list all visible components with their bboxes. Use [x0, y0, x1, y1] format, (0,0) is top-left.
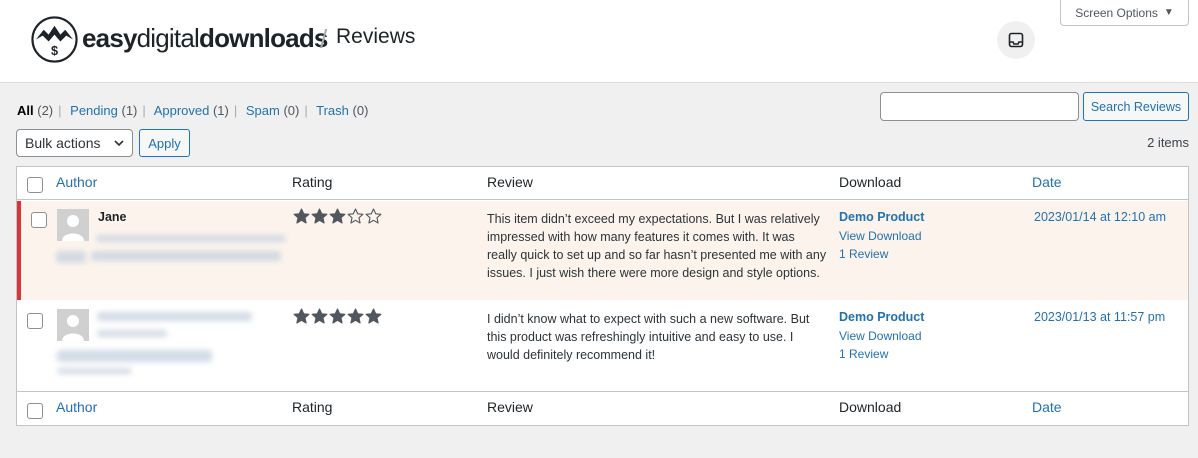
column-date[interactable]: Date	[1032, 399, 1062, 415]
filter-all-count: (2)	[37, 103, 54, 118]
column-date[interactable]: Date	[1032, 174, 1062, 190]
bulk-actions-select[interactable]: Bulk actions	[16, 129, 133, 157]
redacted-email	[97, 330, 167, 337]
review-text: This item didn’t exceed my expectations.…	[487, 212, 827, 280]
filter-all[interactable]: All	[17, 103, 34, 118]
review-count-link[interactable]: 1 Review	[839, 247, 888, 261]
star-filled-icon	[365, 308, 382, 324]
row-checkbox[interactable]	[27, 313, 43, 329]
review-date-link[interactable]: 2023/01/13 at 11:57 pm	[1034, 310, 1165, 324]
redacted-email	[96, 235, 286, 242]
title-separator: /	[320, 24, 328, 54]
column-rating: Rating	[292, 399, 333, 415]
row-checkbox[interactable]	[31, 212, 47, 228]
status-filters: All (2) | Pending (1) | Approved (1) | Spam…	[17, 103, 369, 118]
review-text: I didn’t know what to expect with such a…	[487, 312, 810, 362]
filter-pending-count: (1)	[121, 103, 138, 118]
chevron-down-icon	[114, 140, 124, 147]
table-footer: Author Rating Review Download Date	[17, 391, 1188, 424]
download-title-link[interactable]: Demo Product	[839, 310, 924, 324]
redacted-ip	[56, 251, 86, 263]
filter-trash[interactable]: Trash	[316, 103, 349, 118]
redacted-ip	[57, 350, 212, 362]
review-date-link[interactable]: 2023/01/14 at 12:10 am	[1034, 210, 1166, 224]
select-all-checkbox[interactable]	[27, 177, 43, 193]
column-author[interactable]: Author	[56, 174, 97, 190]
table-row: Jane This item didn’t exceed my expectat…	[17, 201, 1188, 300]
items-count: 2 items	[1147, 135, 1189, 150]
column-review: Review	[487, 174, 533, 190]
review-count-link[interactable]: 1 Review	[839, 347, 888, 361]
star-filled-icon	[347, 308, 364, 324]
column-download: Download	[839, 174, 902, 190]
page-title: Reviews	[336, 25, 416, 48]
view-download-link[interactable]: View Download	[839, 329, 922, 343]
redacted-meta	[91, 251, 281, 261]
star-filled-icon	[329, 208, 346, 224]
edd-logo-icon: $	[31, 16, 78, 63]
filter-approved[interactable]: Approved	[154, 103, 210, 118]
search-reviews-button[interactable]: Search Reviews	[1083, 92, 1189, 121]
apply-button[interactable]: Apply	[139, 129, 190, 157]
star-rating	[293, 208, 382, 225]
bulk-actions-label: Bulk actions	[25, 135, 101, 151]
star-rating	[293, 308, 382, 325]
filter-spam-count: (0)	[283, 103, 300, 118]
screen-options-button[interactable]: Screen Options ▼	[1060, 0, 1189, 26]
star-filled-icon	[293, 208, 310, 224]
column-author[interactable]: Author	[56, 399, 97, 415]
star-empty-icon	[347, 208, 364, 224]
author-name: Jane	[98, 210, 127, 224]
view-download-link[interactable]: View Download	[839, 229, 922, 243]
redacted-meta	[57, 368, 132, 374]
star-filled-icon	[293, 308, 310, 324]
caret-down-icon: ▼	[1163, 7, 1174, 18]
filter-pending[interactable]: Pending	[70, 103, 118, 118]
redacted-author	[97, 312, 252, 321]
filter-spam[interactable]: Spam	[246, 103, 280, 118]
table-header: Author Rating Review Download Date	[17, 167, 1188, 200]
avatar	[57, 209, 89, 241]
column-rating: Rating	[292, 174, 333, 190]
star-filled-icon	[311, 308, 328, 324]
page-header: $ easydigitaldownloads / Reviews	[0, 0, 1198, 83]
column-download: Download	[839, 399, 902, 415]
avatar	[57, 309, 89, 341]
column-review: Review	[487, 399, 533, 415]
select-all-checkbox[interactable]	[27, 403, 43, 419]
star-filled-icon	[311, 208, 328, 224]
brand-name: easydigitaldownloads	[82, 23, 328, 53]
star-empty-icon	[365, 208, 382, 224]
svg-text:$: $	[51, 43, 58, 58]
download-title-link[interactable]: Demo Product	[839, 210, 924, 224]
filter-approved-count: (1)	[212, 103, 229, 118]
screen-options-label: Screen Options	[1075, 5, 1158, 20]
inbox-button[interactable]	[997, 21, 1035, 59]
search-input[interactable]	[880, 92, 1079, 121]
filter-trash-count: (0)	[352, 103, 369, 118]
table-row: I didn’t know what to expect with such a…	[17, 300, 1188, 391]
reviews-table: Author Rating Review Download Date Jane …	[16, 166, 1189, 426]
star-filled-icon	[329, 308, 346, 324]
inbox-icon	[1008, 32, 1024, 48]
